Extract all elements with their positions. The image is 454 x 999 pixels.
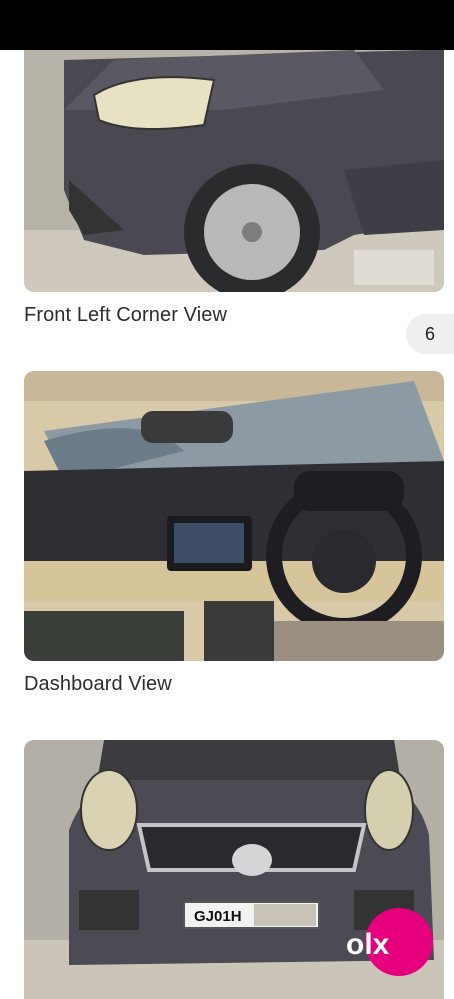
photo-counter-badge[interactable]: 6 <box>406 314 454 354</box>
gallery-photo-front-left[interactable] <box>24 50 444 292</box>
photo-caption: Front Left Corner View <box>24 304 228 326</box>
license-plate-text: GJ01H <box>194 908 242 925</box>
olx-logo-text: olx <box>346 928 390 961</box>
olx-logo: olx <box>344 904 434 980</box>
gallery-photo-dashboard[interactable] <box>24 371 444 661</box>
status-bar <box>0 0 454 50</box>
photo-caption: Dashboard View <box>24 673 172 695</box>
